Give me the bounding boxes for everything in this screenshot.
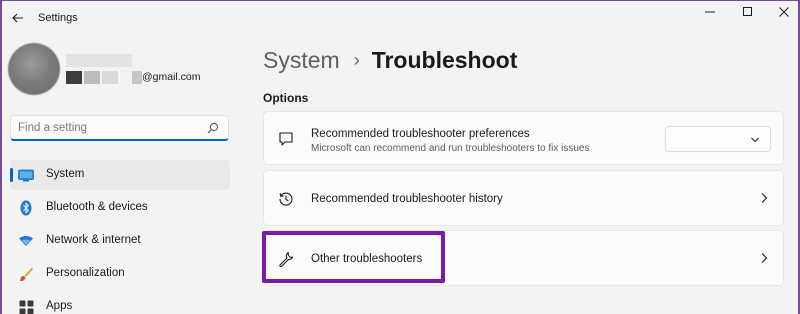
preferences-dropdown[interactable] (665, 126, 771, 152)
minimize-icon (705, 11, 715, 13)
avatar[interactable] (8, 43, 60, 95)
search-input[interactable] (18, 120, 198, 136)
sidebar-item-label: Apps (46, 300, 73, 312)
sidebar-item-label: System (46, 168, 85, 180)
wrench-icon (277, 250, 295, 268)
app-title: Settings (38, 12, 78, 24)
chat-bubble-icon (277, 130, 295, 148)
search-box[interactable] (10, 115, 229, 141)
monitor-icon (18, 167, 34, 183)
maximize-icon (743, 7, 752, 16)
sidebar-item-system[interactable]: System (10, 160, 230, 190)
sidebar-item-apps[interactable]: Apps (10, 292, 230, 314)
card-title: Recommended troubleshooter preferences (311, 128, 530, 140)
section-label-options: Options (263, 91, 309, 105)
title-bar: Settings (0, 0, 800, 36)
minimize-button[interactable] (690, 2, 730, 22)
history-icon (277, 190, 295, 208)
breadcrumb-parent[interactable]: System (263, 47, 340, 74)
back-button[interactable] (8, 8, 28, 28)
card-description: Microsoft can recommend and run troubles… (311, 143, 590, 154)
email-redaction (102, 70, 118, 84)
card-other-troubleshooters[interactable]: Other troubleshooters (263, 230, 784, 286)
sidebar-item-personalization[interactable]: Personalization (10, 259, 230, 289)
close-button[interactable] (764, 2, 800, 22)
card-title: Recommended troubleshooter history (311, 193, 503, 205)
profile-email: @gmail.com (66, 70, 201, 84)
bluetooth-icon (18, 200, 34, 216)
card-title: Other troubleshooters (311, 253, 423, 265)
chevron-right-icon (759, 192, 769, 204)
profile-name-redacted (66, 54, 132, 67)
card-troubleshooter-preferences: Recommended troubleshooter preferences M… (263, 111, 784, 165)
email-redaction (66, 70, 82, 84)
page-title: Troubleshoot (371, 46, 518, 73)
apps-icon (18, 299, 34, 314)
breadcrumb-separator: › (353, 49, 360, 70)
email-redaction (132, 70, 142, 84)
active-indicator (10, 168, 13, 182)
chevron-down-icon (751, 137, 759, 143)
wifi-icon (18, 233, 34, 249)
brush-icon (18, 266, 34, 282)
sidebar-item-label: Bluetooth & devices (46, 201, 148, 213)
sidebar-item-network[interactable]: Network & internet (10, 226, 230, 256)
back-arrow-icon (12, 13, 23, 23)
search-icon[interactable] (206, 121, 220, 135)
email-redaction (84, 70, 100, 84)
sidebar-item-bluetooth[interactable]: Bluetooth & devices (10, 193, 230, 223)
chevron-right-icon (759, 252, 769, 264)
maximize-button[interactable] (728, 2, 768, 22)
card-troubleshooter-history[interactable]: Recommended troubleshooter history (263, 170, 784, 226)
email-domain: @gmail.com (142, 71, 201, 83)
sidebar-item-label: Personalization (46, 267, 125, 279)
sidebar-item-label: Network & internet (46, 234, 141, 246)
close-icon (779, 7, 789, 17)
breadcrumb: System › Troubleshoot (263, 44, 517, 76)
